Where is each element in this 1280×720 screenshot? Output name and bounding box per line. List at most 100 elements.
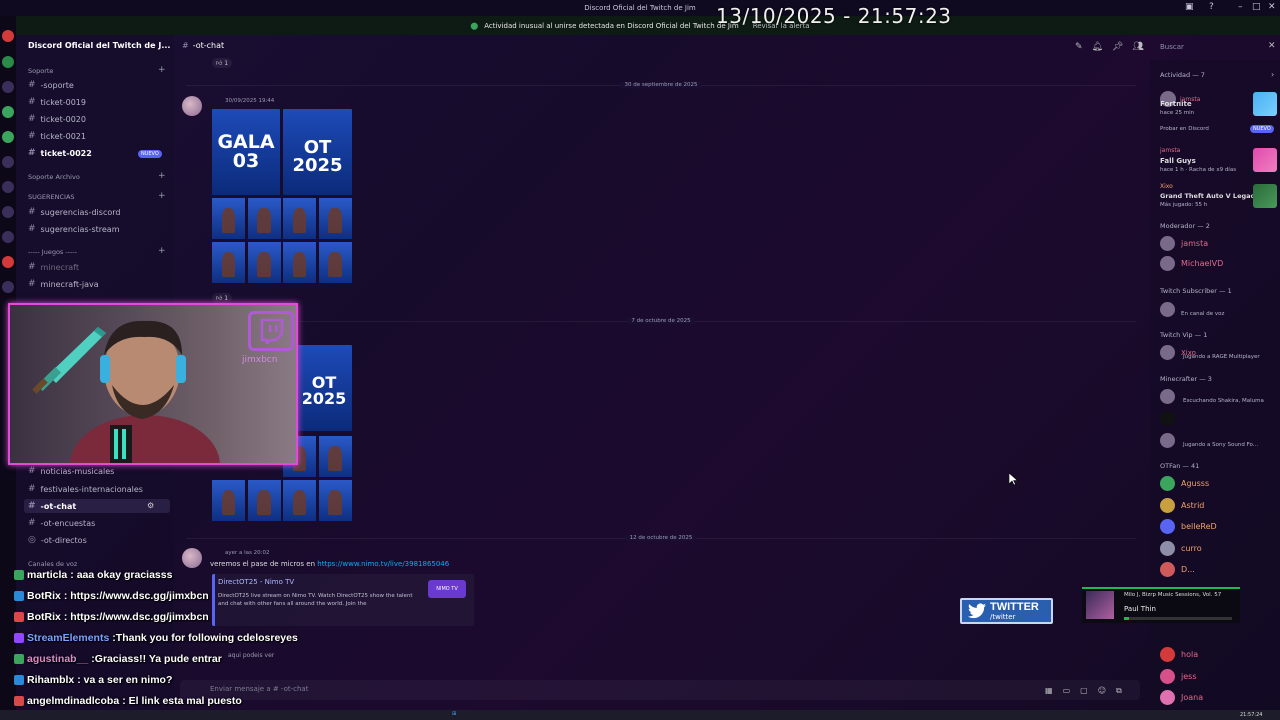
reaction-chip[interactable]: 👍︎ 1: [212, 293, 233, 303]
contestant-photo[interactable]: [247, 480, 281, 521]
gift-icon[interactable]: ▦: [1045, 686, 1053, 696]
contestant-photo[interactable]: [283, 242, 316, 283]
channel-minecraft-java[interactable]: # minecraft-java: [28, 279, 99, 289]
member-item[interactable]: hola: [1160, 647, 1198, 662]
ot-poster-image[interactable]: OT 2025: [296, 345, 352, 431]
server-icon[interactable]: [2, 81, 14, 93]
channel-title: -ot-chat: [192, 41, 225, 50]
server-icon[interactable]: [2, 131, 14, 143]
add-channel-icon[interactable]: +: [158, 171, 166, 181]
channel-sugerencias-discord[interactable]: # sugerencias-discord: [28, 207, 120, 217]
category-juegos[interactable]: ----- Juegos -----: [28, 248, 77, 256]
chevron-right-icon[interactable]: ›: [1271, 70, 1274, 79]
avatar: [1160, 301, 1175, 317]
channel-ticket-0020[interactable]: # ticket-0020: [28, 114, 86, 124]
add-channel-icon[interactable]: +: [158, 191, 166, 201]
message-link[interactable]: https://www.nimo.tv/live/3981865046: [317, 560, 449, 568]
minimize-button[interactable]: –: [1238, 2, 1243, 12]
server-icon[interactable]: [2, 256, 14, 268]
member-item[interactable]: belleReD: [1160, 519, 1217, 534]
embed-thumbnail[interactable]: NIMO TV: [428, 580, 466, 598]
add-channel-icon[interactable]: +: [158, 246, 166, 256]
server-name[interactable]: Discord Oficial del Twitch de J...: [28, 41, 170, 50]
channel-ot-encuestas[interactable]: # -ot-encuestas: [28, 518, 95, 528]
channel-settings-icon[interactable]: ⚙: [147, 501, 154, 510]
contestant-photo[interactable]: [212, 242, 245, 283]
close-window-button[interactable]: ✕: [1268, 2, 1276, 12]
embed-title[interactable]: DirectOT25 - Nimo TV: [218, 578, 294, 586]
member-name: curro: [1181, 543, 1202, 553]
avatar[interactable]: [182, 548, 202, 568]
member-item[interactable]: Astrid: [1160, 497, 1204, 513]
server-icon[interactable]: [2, 56, 14, 68]
avatar[interactable]: [182, 96, 202, 116]
contestant-photo[interactable]: [283, 480, 316, 521]
close-icon[interactable]: ✕: [1268, 41, 1276, 51]
sticker-icon[interactable]: ▢: [1080, 686, 1088, 696]
member-item[interactable]: [1160, 389, 1175, 404]
gala-poster-image[interactable]: GALA 03: [212, 109, 280, 195]
channel-ot-chat[interactable]: # -ot-chat: [28, 501, 76, 511]
gif-icon[interactable]: ▭: [1063, 686, 1071, 696]
contestant-photo[interactable]: [212, 198, 245, 239]
contestant-photo[interactable]: [318, 198, 352, 239]
server-icon[interactable]: [2, 30, 14, 42]
member-item[interactable]: jamsta: [1160, 236, 1208, 251]
start-icon[interactable]: ⊞: [452, 711, 456, 717]
activity-user: Xixo: [1160, 183, 1173, 190]
add-channel-icon[interactable]: +: [158, 65, 166, 75]
message-input[interactable]: Enviar mensaje a # -ot-chat: [180, 680, 1140, 700]
channel-ticket-0022[interactable]: # ticket-0022: [28, 148, 92, 158]
channel-ticket-0019[interactable]: # ticket-0019: [28, 97, 86, 107]
contestant-photo[interactable]: [247, 242, 281, 283]
contestant-photo[interactable]: [247, 198, 281, 239]
members-icon[interactable]: 👥︎: [1132, 42, 1143, 52]
channel-noticias-musicales[interactable]: # noticias-musicales: [28, 466, 114, 476]
member-item[interactable]: curro: [1160, 540, 1202, 556]
member-item[interactable]: [1160, 411, 1175, 426]
category-canales-voz[interactable]: Canales de voz: [28, 560, 77, 568]
member-item[interactable]: En canal de voz: [1160, 301, 1224, 317]
contestant-photo[interactable]: [318, 480, 352, 521]
ot-poster-image[interactable]: OT 2025: [283, 109, 352, 195]
activity-card[interactable]: Xixo: [1160, 183, 1173, 190]
channel-minecraft[interactable]: # minecraft: [28, 262, 79, 272]
search-input[interactable]: Buscar: [1157, 40, 1267, 55]
inbox-icon[interactable]: ▣: [1185, 2, 1194, 12]
category-soporte-archivo[interactable]: Soporte Archivo: [28, 173, 80, 181]
server-icon[interactable]: [2, 281, 14, 293]
member-item[interactable]: D...: [1160, 562, 1195, 577]
contestant-photo[interactable]: [212, 480, 245, 521]
try-in-discord-button[interactable]: Probar en Discord: [1160, 126, 1209, 132]
server-icon[interactable]: [2, 156, 14, 168]
server-icon[interactable]: [2, 181, 14, 193]
member-item[interactable]: MichaelVD: [1160, 256, 1223, 271]
category-soporte[interactable]: Soporte: [28, 67, 53, 75]
server-icon[interactable]: [2, 106, 14, 118]
bell-icon[interactable]: 🔔︎: [1092, 42, 1103, 52]
member-item[interactable]: Agusss: [1160, 476, 1209, 491]
help-icon[interactable]: ?: [1209, 2, 1214, 12]
channel-ticket-0021[interactable]: # ticket-0021: [28, 131, 86, 141]
pin-icon[interactable]: 📌︎: [1112, 42, 1123, 52]
channel-festivales-internacionales[interactable]: # festivales-internacionales: [28, 484, 143, 494]
server-icon[interactable]: [2, 231, 14, 243]
reaction-chip[interactable]: 👍︎ 1: [212, 58, 233, 68]
server-icon[interactable]: [2, 206, 14, 218]
maximize-button[interactable]: □: [1252, 2, 1261, 12]
hash-icon: #: [28, 207, 36, 217]
apps-icon[interactable]: ⧉: [1116, 686, 1122, 696]
emoji-icon[interactable]: ☺: [1098, 686, 1106, 696]
channel-soporte[interactable]: # -soporte: [28, 80, 74, 90]
contestant-photo[interactable]: [283, 198, 316, 239]
contestant-photo[interactable]: [318, 242, 352, 283]
member-item[interactable]: [1160, 433, 1175, 448]
activity-card[interactable]: jamsta: [1160, 147, 1180, 154]
category-sugerencias[interactable]: SUGERENCIAS: [28, 193, 75, 201]
contestant-photo[interactable]: [318, 436, 352, 477]
member-item[interactable]: Joana: [1160, 690, 1203, 705]
member-item[interactable]: jess: [1160, 668, 1196, 684]
channel-sugerencias-stream[interactable]: # sugerencias-stream: [28, 224, 120, 234]
channel-ot-directos[interactable]: ◎ -ot-directos: [28, 535, 87, 545]
threads-icon[interactable]: ✎: [1075, 42, 1083, 52]
